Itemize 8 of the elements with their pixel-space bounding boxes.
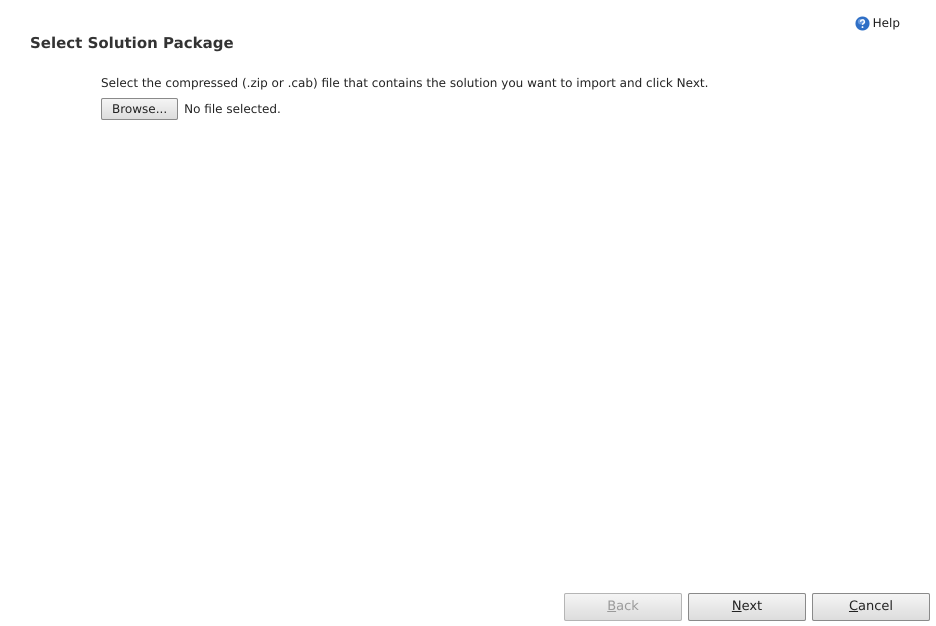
help-icon	[854, 16, 870, 30]
help-link[interactable]: Help	[854, 14, 900, 32]
wizard-button[interactable]: Next	[688, 593, 806, 621]
file-status-text: No file selected.	[184, 100, 281, 118]
instructions-text: Select the compressed (.zip or .cab) file that contains the solution you want to import and click Next.	[101, 74, 710, 92]
wizard-button[interactable]: Cancel	[812, 593, 930, 621]
browse-button[interactable]: Browse...	[101, 98, 178, 120]
page-title: Select Solution Package	[30, 33, 234, 54]
